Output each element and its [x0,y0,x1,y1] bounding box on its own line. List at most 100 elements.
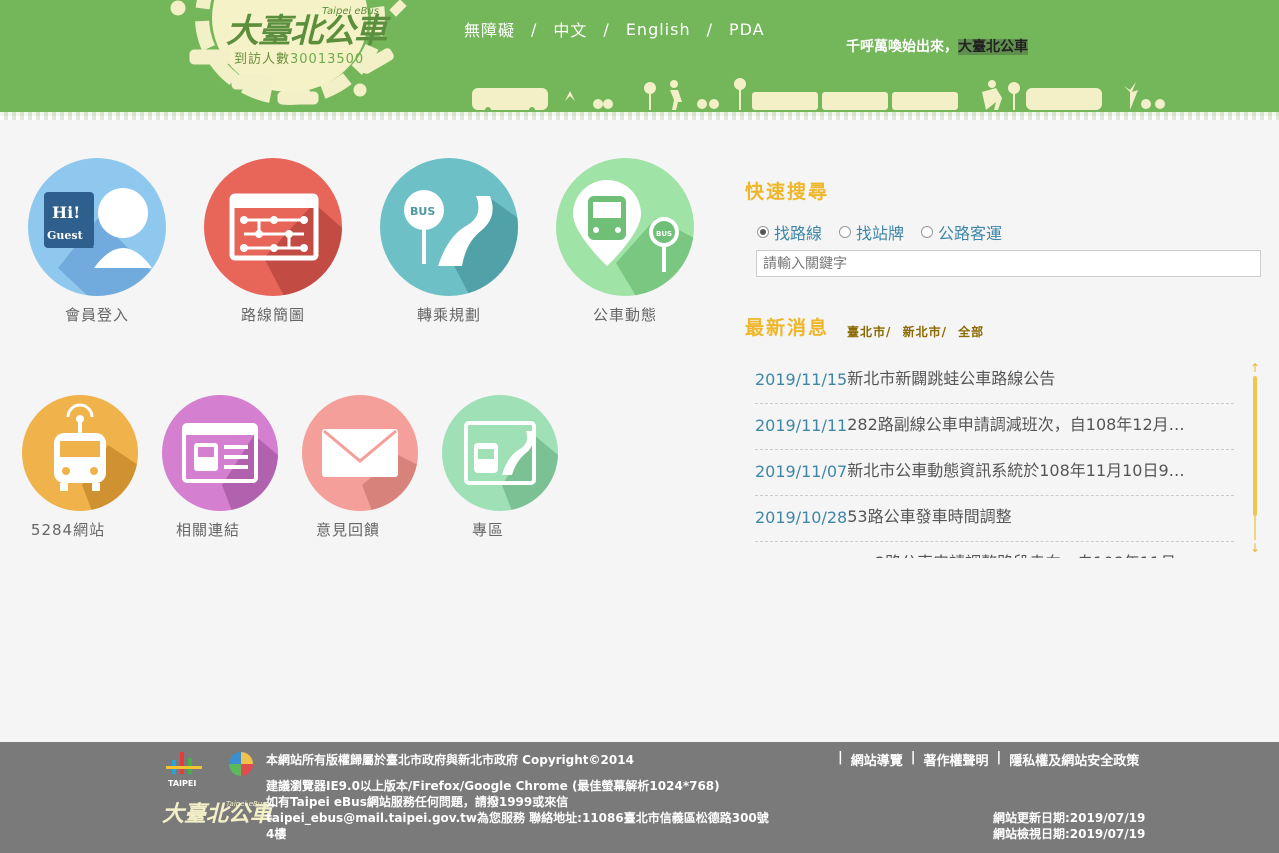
search-option-stop[interactable]: 找站牌 [839,220,904,244]
tile-transfer-planning[interactable]: BUS 轉乘規劃 [379,158,519,325]
visitor-label: 到訪人數 [234,52,291,67]
taipei-label: TAIPEI [168,779,196,788]
site-footer: TAIPEI 大臺北公車 Taipei eBus 本網站所有版權歸屬於臺北市政府… [0,742,1279,853]
tile-related-links[interactable]: 相關連結 [150,395,290,540]
scroll-up-arrow-icon[interactable]: ↑ [1248,362,1262,374]
bus-street-decoration-icon [472,78,1165,112]
top-nav: 無障礙 / 中文 / English / PDA [464,17,765,41]
footer-link-separator: | [910,750,916,765]
footer-logo-subtitle: Taipei eBus [226,800,266,808]
news-filters: 臺北市/ 新北市/ 全部 [847,323,984,340]
marquee-highlight: 大臺北公車 [958,39,1028,55]
news-date: 2019/10/28 [755,508,848,527]
footer-contact-line: 如有Taipei eBus網站服務任何問題，請撥1999或來信 [266,795,569,809]
news-list: 2019/11/15 新北市新闢跳蛙公車路線公告 2019/11/11 282路副線… [755,358,1234,558]
radio-icon [757,226,769,238]
bus-dynamics-icon: BUS [556,158,694,296]
tile-route-map[interactable]: 路線簡圖 [203,158,343,325]
news-text: 2路公車申請調整路段走向，自108年11月… [875,549,1192,558]
search-type-options: 找路線 找站牌 公路客運 [757,220,1002,244]
tile-label: 路線簡圖 [240,306,305,324]
news-text: 新北市公車動態資訊系統於108年11月10日9… [847,461,1185,480]
news-filter-all[interactable]: 全部 [958,325,984,339]
footer-update-date: 網站更新日期:2019/07/19 [993,811,1146,825]
news-date: 2019/11/11 [755,416,848,435]
site-header: 大臺北公車 Taipei eBus 到訪人數30013500 無障礙 / 中文 … [0,0,1279,116]
route-map-icon [204,158,342,296]
tile-feedback[interactable]: 意見回饋 [290,395,430,540]
tile-5284-site[interactable]: 5284網站 [10,395,150,540]
radio-icon [921,226,934,238]
tile-label: 公車動態 [592,306,657,324]
tile-bus-dynamics[interactable]: BUS 公車動態 [555,158,695,325]
feedback-envelope-icon [302,395,418,511]
taipei-city-logo-icon: TAIPEI [166,752,202,788]
footer-link-copyright[interactable]: 著作權聲明 [924,750,989,769]
option-label: 找站牌 [856,224,905,243]
5284-site-icon [22,395,138,511]
marquee-text: 千呼萬喚始出來， [846,39,958,55]
footer-link-separator: | [996,750,1002,765]
special-zone-icon [442,395,558,511]
footer-contact-line: taipei_ebus@mail.taipei.gov.tw為您服務 聯絡地址:… [266,811,769,825]
news-filter-taipei[interactable]: 臺北市/ [847,325,891,339]
tile-label: 相關連結 [175,521,240,539]
tile-label: 意見回饋 [315,521,380,539]
transfer-planning-icon: BUS [380,158,518,296]
footer-link-sitemap[interactable]: 網站導覽 [851,750,903,769]
news-filter-new-taipei[interactable]: 新北市/ [903,325,947,339]
logo-subtitle: Taipei eBus [322,6,379,17]
news-item[interactable]: 2019/11/11 282路副線公車申請調減班次，自108年12月… [755,404,1234,450]
footer-link-privacy[interactable]: 隱私權及網站安全政策 [1009,750,1139,769]
new-taipei-city-logo-icon [229,752,253,776]
visitor-counter: 到訪人數30013500 [234,48,364,67]
hi-text: Hi! [52,203,80,222]
nav-accessibility[interactable]: 無障礙 [464,17,515,41]
news-text: 新北市新闢跳蛙公車路線公告 [847,369,1056,388]
tile-label: 轉乘規劃 [416,306,481,324]
footer-links: | 網站導覽 | 著作權聲明 | 隱私權及網站安全政策 [838,750,1139,769]
related-links-icon [162,395,278,511]
news-scrollbar[interactable]: ↑ ↓ [1248,362,1262,556]
search-option-highway-bus[interactable]: 公路客運 [921,220,1002,244]
news-title: 最新消息 [745,317,830,339]
footer-check-date: 網站檢視日期:2019/07/19 [993,827,1146,841]
news-item[interactable]: 2019/11/07 新北市公車動態資訊系統於108年11月10日9… [755,450,1234,496]
tile-label: 專區 [471,521,504,539]
announcement-marquee[interactable]: 千呼萬喚始出來，大臺北公車 [846,36,1060,56]
footer-browser-note: 建議瀏覽器IE9.0以上版本/Firefox/Google Chrome (最佳… [266,779,720,793]
scroll-down-arrow-icon[interactable]: ↓ [1248,542,1262,554]
keyword-search-input[interactable] [756,250,1261,277]
guest-text: Guest [47,229,84,242]
footer-copyright: 本網站所有版權歸屬於臺北市政府與新北市政府 Copyright©2014 [266,753,634,767]
radio-icon [839,226,852,238]
option-label: 公路客運 [938,224,1003,243]
footer-link-separator: | [838,750,843,765]
news-text: 282路副線公車申請調減班次，自108年12月… [847,415,1185,434]
bus-sign-text: BUS [656,230,672,238]
news-text: 53路公車發車時間調整 [847,507,1012,526]
footer-contact-line: 4樓 [266,827,287,841]
tile-label: 5284網站 [30,521,106,539]
visitor-count: 30013500 [290,52,365,67]
news-item[interactable]: 2路公車申請調整路段走向，自108年11月… [755,542,1234,558]
scroll-thumb[interactable] [1253,376,1257,516]
news-date: 2019/11/07 [755,462,848,481]
nav-separator: / [603,19,610,39]
member-login-icon: Hi! Guest [28,158,166,296]
search-option-route[interactable]: 找路線 [757,220,822,244]
quick-search-title: 快速搜尋 [745,181,830,203]
tile-label: 會員登入 [64,306,129,324]
nav-english[interactable]: English [626,20,691,39]
news-item[interactable]: 2019/10/28 53路公車發車時間調整 [755,496,1234,542]
nav-pda[interactable]: PDA [729,20,765,39]
nav-chinese[interactable]: 中文 [553,17,587,41]
option-label: 找路線 [774,224,823,243]
tile-special-zone[interactable]: 專區 [430,395,570,540]
news-item[interactable]: 2019/11/15 新北市新闢跳蛙公車路線公告 [755,358,1234,404]
tile-member-login[interactable]: Hi! Guest 會員登入 [27,158,167,325]
nav-separator: / [531,19,538,39]
header-border [0,112,1279,120]
news-date: 2019/11/15 [755,370,848,389]
bus-sign-text: BUS [410,205,435,218]
